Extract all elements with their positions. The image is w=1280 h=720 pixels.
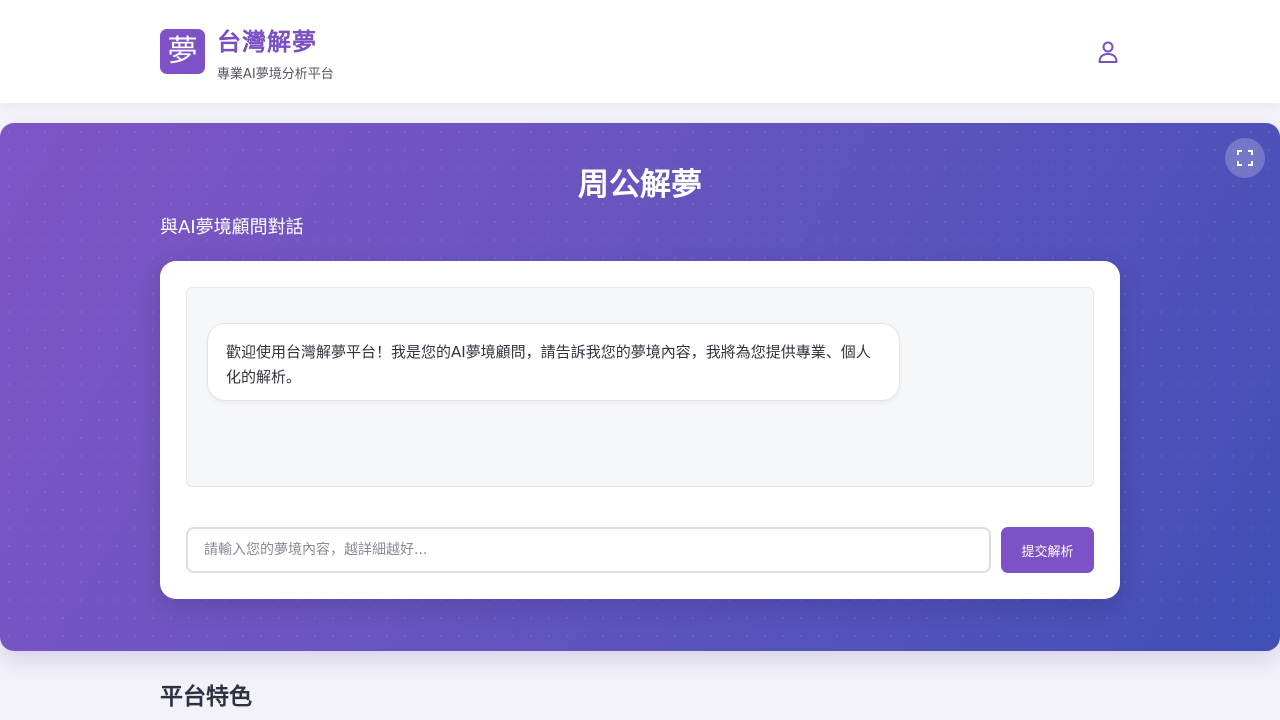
logo-icon[interactable]: 夢	[160, 29, 205, 74]
hero-subtitle: 與AI夢境顧問對話	[160, 217, 304, 238]
chat-card: 歡迎使用台灣解夢平台！我是您的AI夢境顧問，請告訴我您的夢境內容，我將為您提供專…	[160, 261, 1120, 599]
top-header: 夢 台灣解夢 專業AI夢境分析平台	[0, 0, 1280, 103]
chat-messages: 歡迎使用台灣解夢平台！我是您的AI夢境顧問，請告訴我您的夢境內容，我將為您提供專…	[186, 287, 1094, 487]
submit-analysis-button[interactable]: 提交解析	[1001, 527, 1094, 573]
user-icon	[1098, 41, 1118, 63]
dream-input[interactable]	[186, 527, 991, 573]
brand-title[interactable]: 台灣解夢	[217, 22, 317, 57]
brand-subtitle: 專業AI夢境分析平台	[217, 67, 334, 82]
features-heading: 平台特色	[160, 684, 252, 710]
user-account-button[interactable]	[1094, 38, 1122, 66]
dream-chat-hero: 周公解夢 與AI夢境顧問對話 歡迎使用台灣解夢平台！我是您的AI夢境顧問，請告訴…	[0, 123, 1280, 651]
hero-title: 周公解夢	[578, 167, 702, 203]
assistant-message: 歡迎使用台灣解夢平台！我是您的AI夢境顧問，請告訴我您的夢境內容，我將為您提供專…	[207, 323, 900, 401]
